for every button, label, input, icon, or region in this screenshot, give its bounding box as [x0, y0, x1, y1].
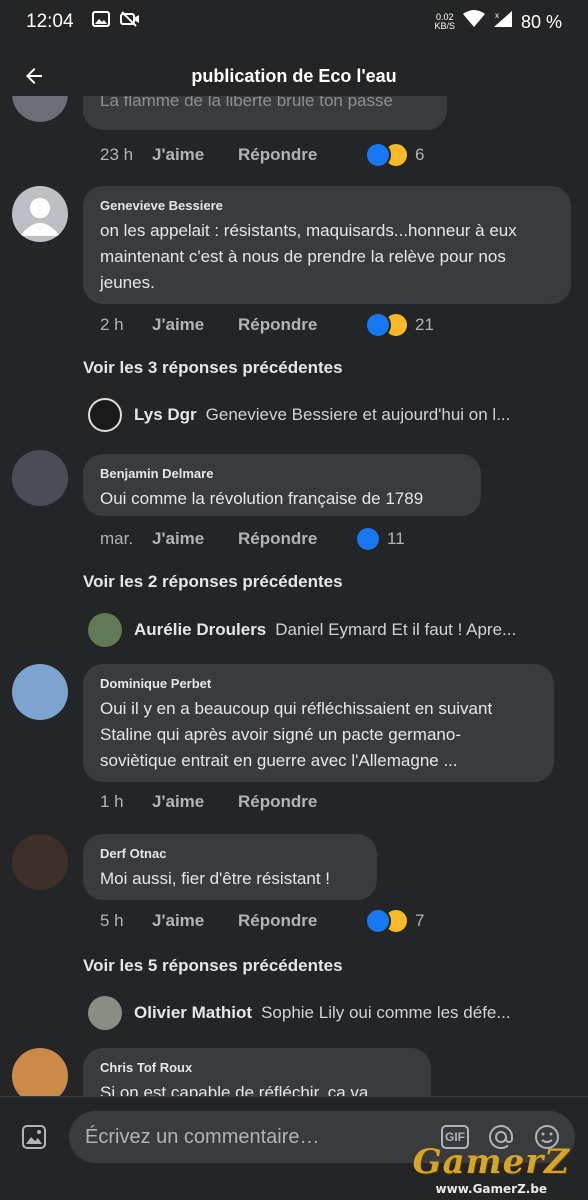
avatar[interactable] — [12, 834, 68, 890]
avatar — [88, 398, 122, 432]
like-reaction-icon — [365, 312, 391, 338]
video-off-notification-icon — [119, 11, 140, 33]
comment-bubble[interactable]: Benjamin Delmare Oui comme la révolution… — [83, 454, 481, 516]
view-previous-replies[interactable]: Voir les 3 réponses précédentes — [83, 358, 343, 378]
comment-actions: 23 h J'aime Répondre 6 — [100, 142, 424, 168]
like-reaction-icon — [355, 526, 381, 552]
battery-level: 80 % — [520, 11, 562, 32]
comment-time: mar. — [100, 529, 134, 548]
avatar[interactable] — [12, 1048, 68, 1096]
comment-time: 5 h — [100, 911, 124, 930]
reply-author: Lys Dgr — [134, 405, 197, 424]
comment-time: 2 h — [100, 315, 124, 334]
status-right: 0.02 KB/S x 80 % — [434, 10, 562, 34]
like-reaction-icon — [365, 908, 391, 934]
status-bar: 12:04 0.02 KB/S x 80 % — [0, 0, 588, 44]
comment-bubble[interactable]: Derf Otnac Moi aussi, fier d'être résist… — [83, 834, 377, 900]
cell-signal-icon: x — [493, 10, 513, 34]
avatar[interactable] — [12, 450, 68, 506]
reply-snippet: Genevieve Bessiere et aujourd'hui on l..… — [205, 405, 511, 424]
photo-gallery-icon[interactable] — [20, 1123, 48, 1151]
reply-preview[interactable]: Olivier Mathiot Sophie Lily oui comme le… — [88, 996, 511, 1030]
comment-time: 1 h — [100, 792, 124, 811]
avatar[interactable] — [12, 186, 68, 242]
wifi-icon — [462, 10, 485, 34]
comment-text: La flamme de la liberté brûle ton passé — [100, 96, 393, 110]
like-button[interactable]: J'aime — [152, 315, 238, 335]
reactions[interactable]: 11 — [355, 526, 405, 552]
comment-actions: 2 h J'aime Répondre 21 — [100, 312, 434, 338]
page-title: publication de Eco l'eau — [191, 65, 397, 86]
reactions[interactable]: 7 — [365, 908, 424, 934]
comment-bubble[interactable]: La flamme de la liberté brûle ton passé — [83, 96, 447, 130]
comment-bubble[interactable]: Dominique Perbet Oui il y en a beaucoup … — [83, 664, 554, 782]
net-speed: 0.02 KB/S — [434, 13, 455, 31]
reply-button[interactable]: Répondre — [238, 315, 338, 335]
comment-bubble[interactable]: Chris Tof Roux Si on est capable de réfl… — [83, 1048, 431, 1096]
like-button[interactable]: J'aime — [152, 792, 238, 812]
gallery-notification-icon — [91, 11, 110, 33]
comments-feed[interactable]: La flamme de la liberté brûle ton passé … — [0, 96, 588, 1096]
comment-text: Oui comme la révolution française de 178… — [100, 489, 424, 508]
reply-button[interactable]: Répondre — [238, 911, 338, 931]
reaction-count: 7 — [415, 911, 425, 930]
comment-time: 23 h — [100, 145, 134, 164]
view-previous-replies[interactable]: Voir les 2 réponses précédentes — [83, 572, 343, 592]
reply-author: Aurélie Droulers — [134, 620, 267, 639]
avatar[interactable] — [12, 664, 68, 720]
watermark-brand: GamerZ — [412, 1142, 570, 1182]
reply-preview[interactable]: Aurélie Droulers Daniel Eymard Et il fau… — [88, 613, 516, 647]
svg-text:x: x — [495, 11, 499, 20]
comment-bubble[interactable]: Genevieve Bessiere on les appelait : rés… — [83, 186, 571, 304]
reactions[interactable]: 6 — [365, 142, 424, 168]
reply-button[interactable]: Répondre — [238, 529, 338, 549]
comment-author[interactable]: Derf Otnac — [100, 846, 360, 861]
comment-actions: 1 h J'aime Répondre — [100, 792, 338, 812]
like-button[interactable]: J'aime — [152, 529, 238, 549]
reaction-count: 11 — [387, 529, 405, 548]
status-time: 12:04 — [26, 11, 74, 32]
avatar[interactable] — [12, 96, 68, 122]
reaction-count: 21 — [415, 315, 434, 334]
comment-author[interactable]: Benjamin Delmare — [100, 466, 464, 481]
comment-text: Oui il y en a beaucoup qui réfléchissaie… — [100, 699, 493, 770]
comment-author[interactable]: Genevieve Bessiere — [100, 198, 554, 213]
comment-placeholder: Écrivez un commentaire… — [85, 1125, 320, 1148]
comment-actions: mar. J'aime Répondre 11 — [100, 526, 405, 552]
reply-button[interactable]: Répondre — [238, 792, 338, 812]
like-reaction-icon — [365, 142, 391, 168]
reply-author: Olivier Mathiot — [134, 1003, 253, 1022]
avatar — [88, 996, 122, 1030]
view-previous-replies[interactable]: Voir les 5 réponses précédentes — [83, 956, 343, 976]
comment-author[interactable]: Chris Tof Roux — [100, 1060, 414, 1075]
like-button[interactable]: J'aime — [152, 911, 238, 931]
reply-button[interactable]: Répondre — [238, 145, 338, 165]
comment-text: Moi aussi, fier d'être résistant ! — [100, 869, 330, 888]
watermark-url: www.GamerZ.be — [435, 1182, 548, 1196]
net-speed-unit: KB/S — [434, 21, 455, 31]
avatar — [88, 613, 122, 647]
comment-text: on les appelait : résistants, maquisards… — [100, 221, 517, 292]
watermark-logo: GamerZ www.GamerZ.be — [413, 1142, 570, 1196]
reply-snippet: Sophie Lily oui comme les défe... — [261, 1003, 511, 1022]
reaction-count: 6 — [415, 145, 425, 164]
comment-text: Si on est capable de réfléchir, ça va... — [100, 1083, 383, 1096]
like-button[interactable]: J'aime — [152, 145, 238, 165]
back-arrow-icon[interactable] — [22, 64, 46, 88]
reactions[interactable]: 21 — [365, 312, 434, 338]
comment-author[interactable]: Dominique Perbet — [100, 676, 537, 691]
reply-snippet: Daniel Eymard Et il faut ! Apre... — [275, 620, 517, 639]
reply-preview[interactable]: Lys Dgr Genevieve Bessiere et aujourd'hu… — [88, 398, 510, 432]
comment-actions: 5 h J'aime Répondre 7 — [100, 908, 424, 934]
